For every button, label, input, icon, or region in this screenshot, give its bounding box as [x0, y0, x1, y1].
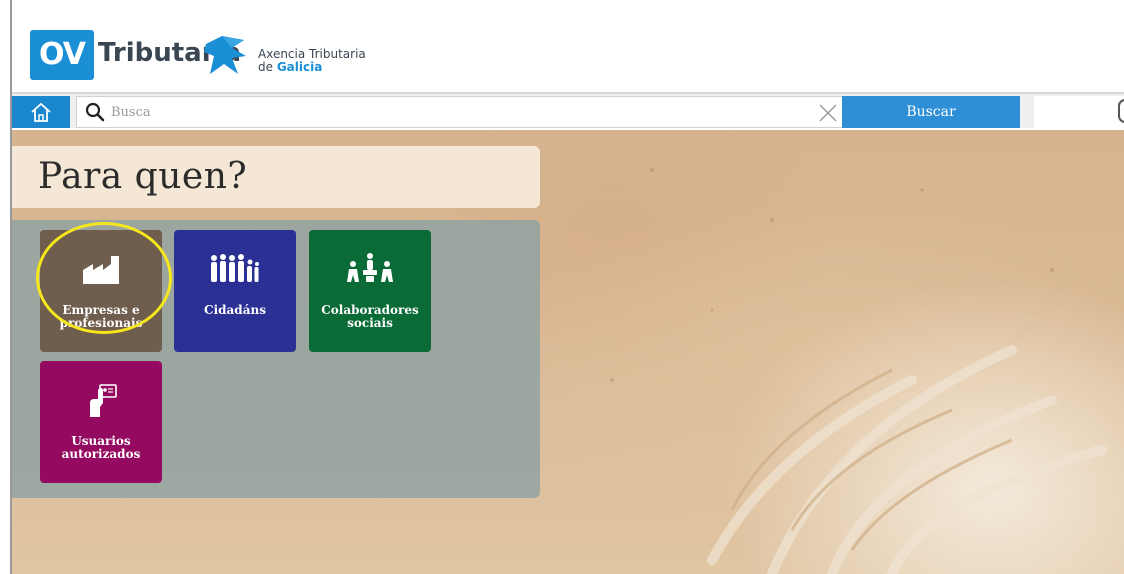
tile-label: Cidadáns: [204, 303, 266, 317]
tile-label: Colaboradores sociais: [321, 303, 419, 330]
page-title: Para quen?: [38, 156, 248, 197]
tile-empresas-profesionais[interactable]: Empresas e profesionais: [40, 230, 162, 352]
tiles-panel: Empresas e profesionais Cidadáns Colabor…: [12, 220, 540, 498]
collaborators-icon: [347, 253, 393, 282]
tile-cidadans[interactable]: Cidadáns: [174, 230, 296, 352]
tile-colaboradores-sociais[interactable]: Colaboradores sociais: [309, 230, 431, 352]
tile-label: Usuarios autorizados: [61, 434, 141, 461]
hero-section: Para quen? Empresas e profesionais Cidad…: [12, 130, 1124, 574]
galicia-emblem-icon: [204, 36, 246, 74]
search-input[interactable]: [111, 98, 791, 126]
factory-icon: [83, 256, 119, 284]
site-header: OV Tributaria Axencia Tributaria de Gali…: [12, 0, 1124, 92]
tile-usuarios-autorizados[interactable]: Usuarios autorizados: [40, 361, 162, 483]
ov-logo[interactable]: OV: [30, 30, 94, 80]
search-icon: [85, 102, 105, 122]
tile-label: Empresas e profesionais: [59, 303, 143, 330]
home-button[interactable]: [12, 96, 70, 128]
search-bar: Buscar: [12, 92, 1124, 128]
home-icon: [31, 102, 51, 122]
search-button[interactable]: Buscar: [842, 96, 1020, 128]
close-icon[interactable]: [817, 102, 839, 124]
agency-line-2: de Galicia: [258, 60, 323, 74]
partial-icon[interactable]: [1118, 99, 1124, 123]
people-group-icon: [211, 254, 259, 282]
right-panel: [1034, 96, 1124, 128]
agency-name: Axencia Tributaria de Galicia: [258, 48, 366, 74]
title-bar: Para quen?: [12, 146, 540, 208]
hand-card-icon: [90, 384, 117, 417]
search-field[interactable]: [76, 96, 850, 128]
